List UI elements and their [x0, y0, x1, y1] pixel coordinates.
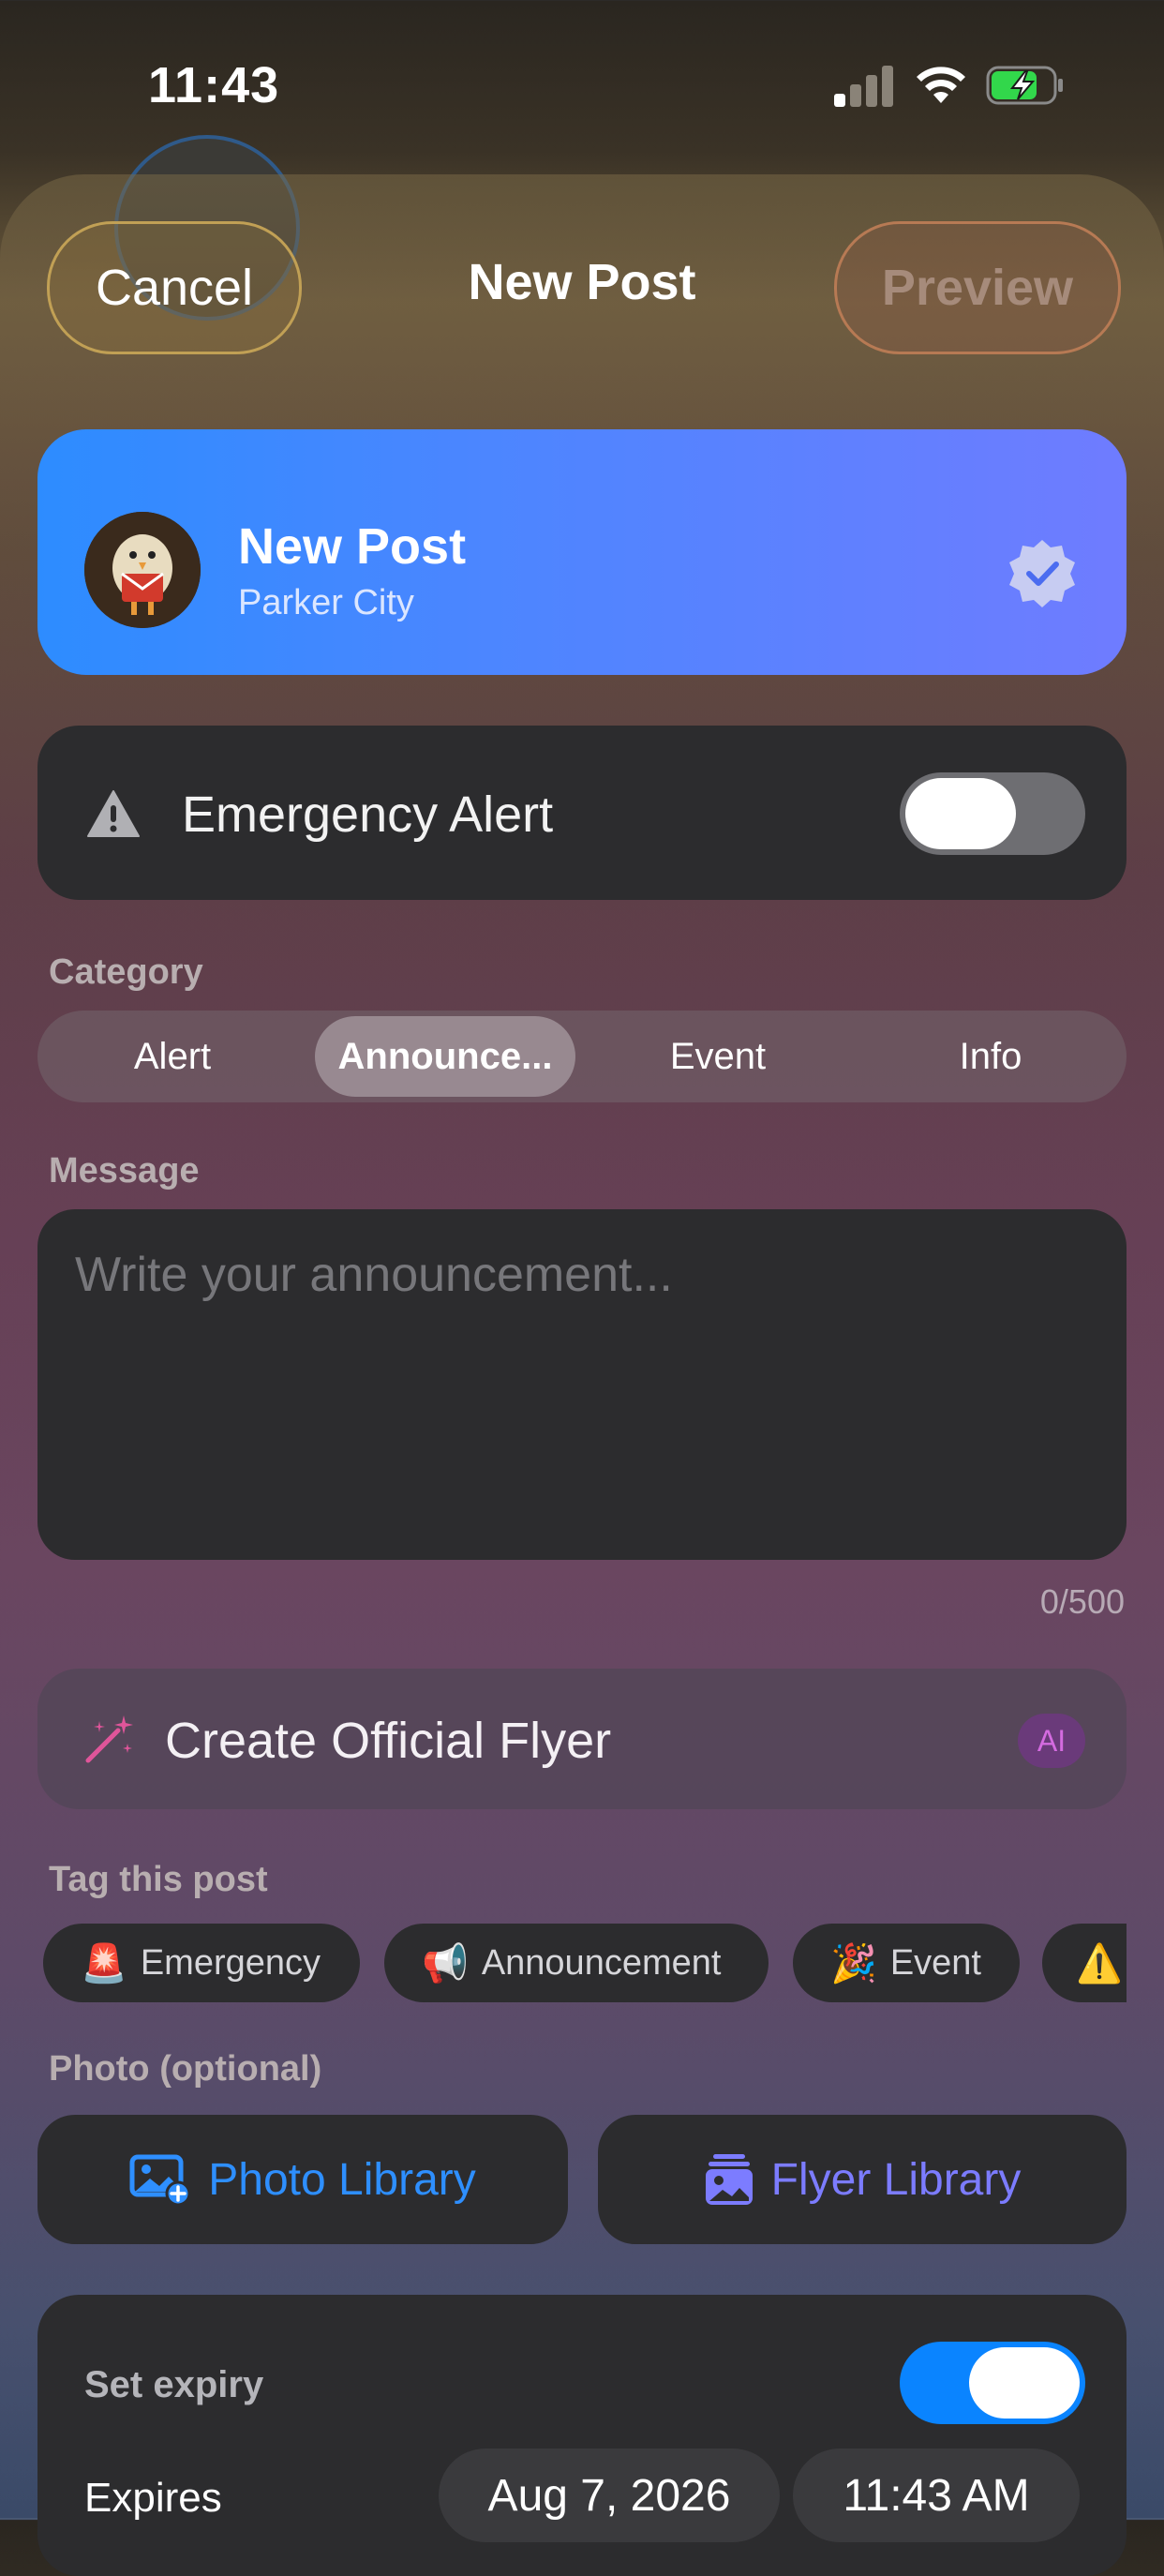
tag-emergency[interactable]: 🚨 Emergency: [43, 1924, 360, 2002]
photo-label: Photo (optional): [49, 2049, 322, 2089]
photo-library-label: Photo Library: [208, 2154, 476, 2205]
avatar: [84, 512, 201, 628]
tag-announcement[interactable]: 📢 Announcement: [384, 1924, 769, 2002]
tag-label: Announcement: [481, 1942, 722, 1983]
header-title: New Post: [238, 518, 467, 575]
message-placeholder: Write your announcement...: [75, 1248, 673, 1302]
signal-icon: [834, 66, 894, 107]
category-label: Category: [49, 952, 203, 992]
photo-library-button[interactable]: Photo Library: [37, 2115, 568, 2244]
ai-badge: AI: [1018, 1714, 1085, 1768]
message-label: Message: [49, 1151, 200, 1191]
siren-icon: 🚨: [81, 1942, 127, 1984]
expiry-time-picker[interactable]: 11:43 AM: [793, 2449, 1080, 2542]
tag-event[interactable]: 🎉 Event: [793, 1924, 1020, 2002]
set-expiry-label: Set expiry: [84, 2364, 264, 2405]
emergency-alert-label: Emergency Alert: [182, 786, 554, 843]
category-option-event[interactable]: Event: [589, 1016, 847, 1097]
header-subtitle: Parker City: [238, 583, 414, 622]
flyer-library-button[interactable]: Flyer Library: [598, 2115, 1127, 2244]
sheet-title: New Post: [468, 254, 696, 310]
warning-triangle-icon: [87, 790, 140, 837]
preview-button[interactable]: Preview: [834, 221, 1121, 354]
emergency-alert-toggle[interactable]: [900, 772, 1085, 855]
expires-label: Expires: [84, 2475, 222, 2521]
status-time: 11:43: [148, 57, 280, 113]
tag-label: Emergency: [140, 1942, 321, 1983]
photo-add-icon: [129, 2154, 191, 2205]
party-popper-icon: 🎉: [830, 1942, 877, 1984]
tags-label: Tag this post: [49, 1860, 268, 1899]
megaphone-icon: 📢: [422, 1942, 469, 1984]
set-expiry-toggle[interactable]: [900, 2342, 1085, 2424]
tag-label: Event: [889, 1942, 981, 1983]
battery-charging-icon: [986, 66, 1063, 105]
wifi-icon: [917, 67, 965, 103]
category-option-info[interactable]: Info: [860, 1016, 1121, 1097]
create-flyer-label: Create Official Flyer: [165, 1713, 612, 1769]
category-option-alert[interactable]: Alert: [43, 1016, 302, 1097]
expiry-date-picker[interactable]: Aug 7, 2026: [439, 2449, 780, 2542]
toggle-knob: [969, 2347, 1080, 2419]
warning-icon: ⚠️: [1076, 1942, 1123, 1984]
stack-photo-icon: [705, 2154, 753, 2205]
cancel-button[interactable]: Cancel: [47, 221, 302, 354]
magic-wand-icon: [85, 1715, 133, 1763]
post-header-card: [37, 429, 1127, 675]
flyer-library-label: Flyer Library: [770, 2154, 1022, 2205]
verified-badge-icon: [1009, 540, 1075, 607]
character-counter: 0/500: [1039, 1582, 1125, 1621]
category-option-announcement[interactable]: Announce...: [315, 1016, 575, 1097]
toggle-knob: [905, 778, 1016, 849]
tag-warning[interactable]: ⚠️: [1042, 1924, 1127, 2002]
